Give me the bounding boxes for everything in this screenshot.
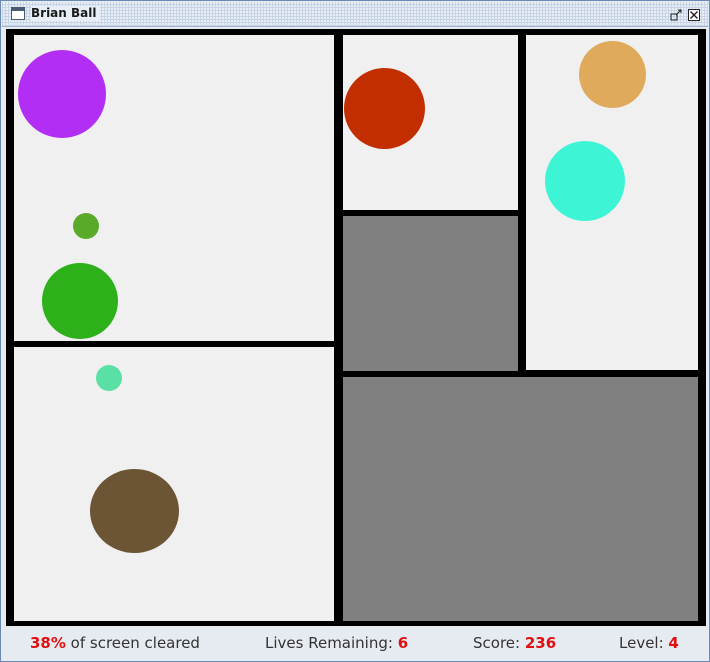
restore-icon[interactable] (670, 9, 682, 21)
ball-purple (18, 50, 106, 138)
region-top-left[interactable] (14, 35, 334, 341)
region-bottom-left[interactable] (14, 347, 334, 621)
window-icon[interactable] (11, 7, 25, 20)
window-title: Brian Ball (31, 6, 101, 21)
ball-tan (579, 41, 646, 108)
score-value: 236 (524, 634, 557, 652)
title-bar[interactable]: Brian Ball (2, 2, 708, 27)
ball-small-green (73, 213, 99, 239)
region-top-middle[interactable] (343, 35, 518, 210)
region-right[interactable] (526, 35, 698, 370)
score-label: Score: (473, 634, 525, 652)
cleared-stat: 38% of screen cleared (30, 634, 200, 652)
lives-stat: Lives Remaining: 6 (265, 634, 408, 652)
level-value: 4 (668, 634, 679, 652)
region-bottom-right (343, 377, 698, 621)
game-window: Brian Ball 38% of screen cleared Lives R… (0, 0, 710, 662)
status-bar: 38% of screen cleared Lives Remaining: 6… (2, 628, 708, 660)
region-middle (343, 216, 518, 371)
close-icon[interactable] (688, 9, 700, 21)
level-stat: Level: 4 (619, 634, 679, 652)
ball-red (344, 68, 425, 149)
game-board[interactable] (6, 29, 706, 626)
lives-value: 6 (397, 634, 409, 652)
ball-green (42, 263, 118, 339)
level-label: Level: (619, 634, 669, 652)
ball-cyan (545, 141, 625, 221)
cleared-label: of screen cleared (65, 634, 200, 652)
cleared-value: 38% (30, 634, 66, 652)
ball-mint (96, 365, 122, 391)
ball-brown (90, 469, 179, 553)
lives-label: Lives Remaining: (265, 634, 398, 652)
score-stat: Score: 236 (473, 634, 556, 652)
